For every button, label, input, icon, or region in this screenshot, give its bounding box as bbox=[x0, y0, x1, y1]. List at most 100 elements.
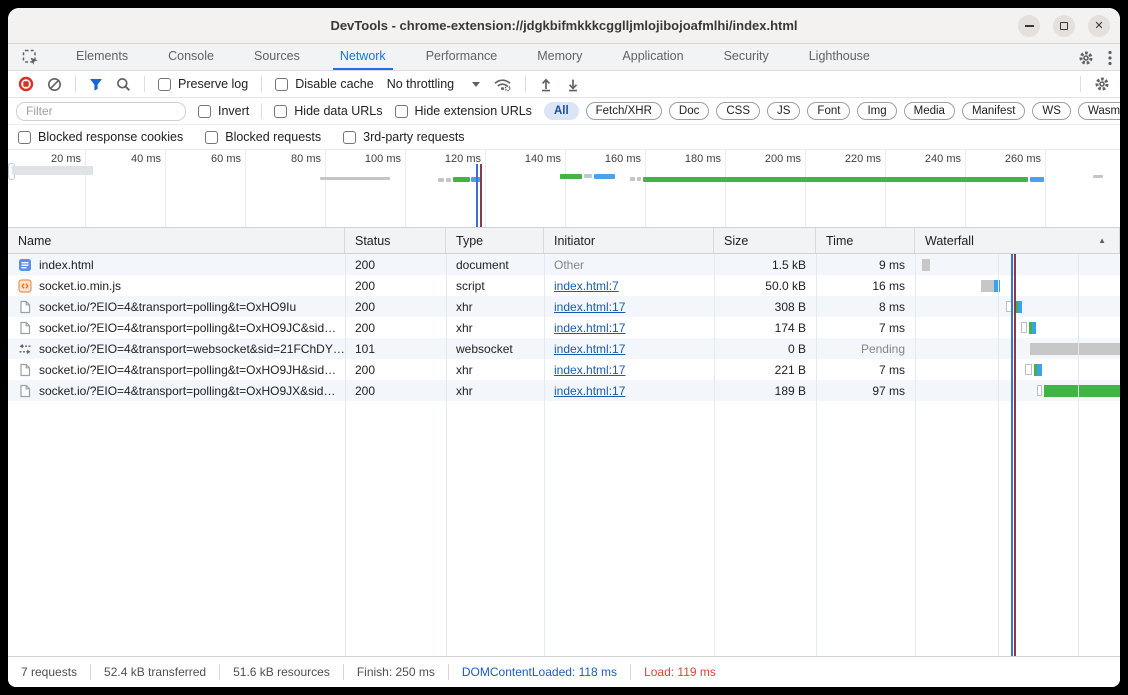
column-separator[interactable] bbox=[915, 254, 916, 656]
sort-ascending-icon[interactable]: ▲ bbox=[1098, 236, 1106, 245]
column-separator[interactable] bbox=[816, 254, 817, 656]
3rd-party-requests-label: 3rd-party requests bbox=[363, 130, 464, 144]
record-icon bbox=[18, 76, 34, 92]
record-network-log-button[interactable] bbox=[18, 76, 34, 92]
request-name-cell[interactable]: index.html bbox=[8, 254, 345, 275]
filter-pill-wasm[interactable]: Wasm bbox=[1078, 102, 1120, 120]
request-time-cell: 7 ms bbox=[816, 317, 915, 338]
preserve-log-checkbox[interactable]: Preserve log bbox=[158, 77, 248, 91]
column-header-name[interactable]: Name bbox=[8, 228, 345, 253]
initiator-link[interactable]: index.html:17 bbox=[554, 321, 625, 335]
request-type-cell: xhr bbox=[446, 380, 544, 401]
search-button[interactable] bbox=[116, 77, 131, 92]
minimize-button[interactable] bbox=[1018, 15, 1040, 37]
blocked-response-cookies-checkbox[interactable]: Blocked response cookies bbox=[18, 130, 183, 144]
tab-lighthouse[interactable]: Lighthouse bbox=[802, 44, 877, 70]
initiator-link[interactable]: index.html:17 bbox=[554, 363, 625, 377]
initiator-link[interactable]: index.html:7 bbox=[554, 279, 619, 293]
filter-pill-font[interactable]: Font bbox=[807, 102, 850, 120]
timeline-tick-label: 60 ms bbox=[181, 153, 241, 165]
initiator-link[interactable]: index.html:17 bbox=[554, 342, 625, 356]
column-header-initiator[interactable]: Initiator bbox=[544, 228, 714, 253]
column-separator[interactable] bbox=[714, 254, 715, 656]
timeline-overview[interactable]: 20 ms40 ms60 ms80 ms100 ms120 ms140 ms16… bbox=[8, 150, 1120, 228]
column-separator[interactable] bbox=[544, 254, 545, 656]
request-name-cell[interactable]: socket.io/?EIO=4&transport=polling&t=OxH… bbox=[8, 359, 345, 380]
filter-pill-fetch-xhr[interactable]: Fetch/XHR bbox=[586, 102, 662, 120]
filter-pill-media[interactable]: Media bbox=[904, 102, 955, 120]
3rd-party-requests-checkbox[interactable]: 3rd-party requests bbox=[343, 130, 464, 144]
initiator-link[interactable]: index.html:17 bbox=[554, 300, 625, 314]
checkbox-box bbox=[395, 105, 408, 118]
column-separator[interactable] bbox=[345, 254, 346, 656]
request-name-cell[interactable]: socket.io/?EIO=4&transport=polling&t=OxH… bbox=[8, 380, 345, 401]
waterfall-bar-green bbox=[1044, 385, 1120, 397]
column-header-time[interactable]: Time bbox=[816, 228, 915, 253]
hide-extension-urls-checkbox[interactable]: Hide extension URLs bbox=[395, 104, 532, 118]
request-row[interactable]: socket.io/?EIO=4&transport=polling&t=OxH… bbox=[8, 359, 1120, 380]
tab-application[interactable]: Application bbox=[615, 44, 690, 70]
tab-console[interactable]: Console bbox=[161, 44, 221, 70]
request-name-cell[interactable]: socket.io/?EIO=4&transport=polling&t=OxH… bbox=[8, 296, 345, 317]
column-separator[interactable] bbox=[446, 254, 447, 656]
column-header-size[interactable]: Size bbox=[714, 228, 816, 253]
filter-pill-manifest[interactable]: Manifest bbox=[962, 102, 1025, 120]
export-har-button[interactable] bbox=[566, 77, 580, 92]
timeline-tick-label: 240 ms bbox=[901, 153, 961, 165]
import-har-button[interactable] bbox=[539, 77, 553, 92]
request-row[interactable]: socket.io/?EIO=4&transport=polling&t=OxH… bbox=[8, 380, 1120, 401]
column-header-type[interactable]: Type bbox=[446, 228, 544, 253]
waterfall-gridline bbox=[998, 254, 999, 656]
filter-input[interactable] bbox=[16, 102, 186, 121]
filter-toggle-button[interactable] bbox=[89, 78, 103, 91]
request-size-cell: 1.5 kB bbox=[714, 254, 816, 275]
filter-pill-all[interactable]: All bbox=[544, 102, 579, 120]
request-type-cell: xhr bbox=[446, 317, 544, 338]
initiator-link[interactable]: index.html:17 bbox=[554, 384, 625, 398]
throttling-select[interactable]: No throttling bbox=[387, 77, 480, 91]
invert-checkbox[interactable]: Invert bbox=[198, 104, 249, 118]
filter-pill-img[interactable]: Img bbox=[857, 102, 896, 120]
request-name-cell[interactable]: socket.io/?EIO=4&transport=websocket&sid… bbox=[8, 338, 345, 359]
network-summary-bar: 7 requests52.4 kB transferred51.6 kB res… bbox=[8, 656, 1120, 687]
network-settings-button[interactable] bbox=[1094, 76, 1110, 92]
request-initiator-cell: index.html:7 bbox=[544, 275, 714, 296]
disable-cache-label: Disable cache bbox=[295, 77, 374, 91]
request-row[interactable]: socket.io.min.js200scriptindex.html:750.… bbox=[8, 275, 1120, 296]
blocked-requests-checkbox[interactable]: Blocked requests bbox=[205, 130, 321, 144]
request-waterfall-cell bbox=[915, 275, 1120, 296]
request-status-cell: 200 bbox=[345, 275, 446, 296]
filter-pill-js[interactable]: JS bbox=[767, 102, 800, 120]
preserve-log-label: Preserve log bbox=[178, 77, 248, 91]
tab-performance[interactable]: Performance bbox=[419, 44, 505, 70]
maximize-button[interactable] bbox=[1053, 15, 1075, 37]
tab-sources[interactable]: Sources bbox=[247, 44, 307, 70]
request-name-cell[interactable]: socket.io/?EIO=4&transport=polling&t=OxH… bbox=[8, 317, 345, 338]
network-conditions-button[interactable] bbox=[493, 77, 512, 92]
chevron-down-icon bbox=[472, 82, 480, 87]
filter-pill-ws[interactable]: WS bbox=[1032, 102, 1071, 120]
disable-cache-checkbox[interactable]: Disable cache bbox=[275, 77, 374, 91]
column-header-waterfall[interactable]: Waterfall bbox=[915, 228, 1120, 253]
tab-network[interactable]: Network bbox=[333, 44, 393, 70]
hide-data-urls-checkbox[interactable]: Hide data URLs bbox=[274, 104, 382, 118]
overview-bar bbox=[630, 177, 635, 181]
more-options-button[interactable] bbox=[1108, 50, 1112, 66]
request-row[interactable]: index.html200documentOther1.5 kB9 ms bbox=[8, 254, 1120, 275]
close-button[interactable]: ✕ bbox=[1088, 15, 1110, 37]
inspect-element-button[interactable] bbox=[16, 44, 44, 70]
request-status-cell: 101 bbox=[345, 338, 446, 359]
request-initiator-cell: index.html:17 bbox=[544, 380, 714, 401]
tab-memory[interactable]: Memory bbox=[530, 44, 589, 70]
request-row[interactable]: socket.io/?EIO=4&transport=websocket&sid… bbox=[8, 338, 1120, 359]
filter-pill-css[interactable]: CSS bbox=[716, 102, 760, 120]
request-name-cell[interactable]: socket.io.min.js bbox=[8, 275, 345, 296]
column-header-status[interactable]: Status bbox=[345, 228, 446, 253]
request-row[interactable]: socket.io/?EIO=4&transport=polling&t=OxH… bbox=[8, 296, 1120, 317]
request-row[interactable]: socket.io/?EIO=4&transport=polling&t=OxH… bbox=[8, 317, 1120, 338]
tab-security[interactable]: Security bbox=[717, 44, 776, 70]
clear-network-log-button[interactable] bbox=[47, 77, 62, 92]
filter-pill-doc[interactable]: Doc bbox=[669, 102, 709, 120]
settings-button[interactable] bbox=[1078, 50, 1094, 66]
tab-elements[interactable]: Elements bbox=[69, 44, 135, 70]
